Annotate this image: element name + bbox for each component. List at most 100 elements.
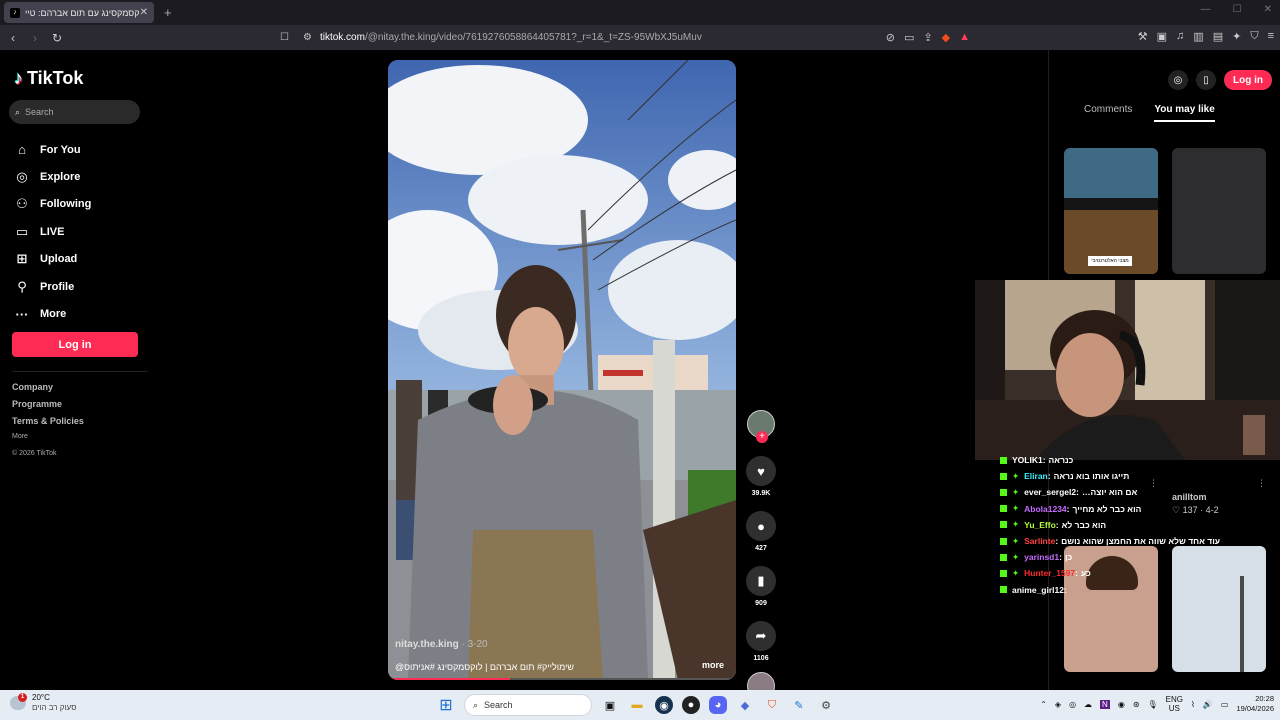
discord-icon[interactable]: ◕ [709,696,727,714]
screenshot-icon[interactable]: ▣ [1157,30,1167,43]
chat-username[interactable]: YOLIK1 [1012,455,1043,465]
chat-username[interactable]: Sarlinte [1024,536,1055,546]
video-author[interactable]: nitay.the.king · 3-20 [395,639,488,650]
tab-you-may-like[interactable]: You may like [1154,104,1215,122]
chat-username[interactable]: Yu_Effo [1024,520,1056,530]
tray-app-icon[interactable]: ◉ [1118,700,1125,709]
onenote-icon[interactable]: N [1100,699,1110,709]
compass-icon[interactable]: ◎ [1168,70,1188,90]
header-login-button[interactable]: Log in [1224,70,1272,90]
taskbar-search[interactable]: ⌕ Search [464,694,592,716]
recommended-video-thumb[interactable]: מצבי האלטרנטיבי [1064,148,1158,274]
chat-username[interactable]: anime_girl12 [1012,585,1064,595]
windows-start-icon[interactable]: ⊞ [437,696,455,714]
sidebar-item-profile[interactable]: ⚲ Profile [14,273,91,300]
clock[interactable]: 20:28 19/04/2026 [1236,694,1274,714]
share-action[interactable]: ➦ 1106 [746,621,776,662]
brave-rewards-icon[interactable]: ▲ [959,31,970,44]
system-tray: ⌃ ◈ ◎ ☁ N ◉ ⊛ 🎙 ENG US ⌇ 🔊 ▭ 20:28 19/04… [1040,694,1274,714]
back-icon[interactable]: ‹ [4,31,22,45]
footer-link-programme[interactable]: Programme [12,399,84,416]
video-progress-bar[interactable] [388,678,736,680]
battery-icon[interactable]: ▭ [1221,700,1229,709]
like-action[interactable]: ♥ 39.9K [746,456,776,497]
tiktok-logo[interactable]: ♪ TikTok [14,68,83,89]
settings-icon[interactable]: ⚙ [817,696,835,714]
caption-more-button[interactable]: more [702,660,724,670]
author-avatar[interactable]: + [747,410,775,443]
sidebar-item-label: LIVE [40,225,65,238]
browser-tab[interactable]: ♪ לוקסמקסינג עם תום אברהם: טיי ✕ [4,2,154,23]
maximize-button[interactable]: ☐ [1233,4,1242,15]
mobile-icon[interactable]: ▯ [1196,70,1216,90]
right-panel-tabs: Comments You may like [1084,104,1215,122]
picture-in-picture-icon[interactable]: ▭ [904,31,914,44]
sidebar-item-following[interactable]: ⚇ Following [14,191,91,218]
share-icon[interactable]: ⇪ [923,31,932,44]
chat-username[interactable]: ever_sergel2 [1024,487,1076,497]
sidebar-item-explore[interactable]: ◎ Explore [14,163,91,190]
search-input[interactable]: ⌕ Search [9,100,140,124]
bookmark-icon[interactable]: ☐ [280,32,289,43]
media-icon[interactable]: ♫ [1176,30,1184,43]
tray-app-icon[interactable]: ☁ [1084,700,1092,709]
footer-link-company[interactable]: Company [12,382,84,399]
forward-icon[interactable]: › [26,31,44,45]
tray-app-icon[interactable]: ⊛ [1133,700,1140,709]
recommended-video-thumb[interactable] [1172,148,1266,274]
wifi-icon[interactable]: ⌇ [1191,700,1195,709]
site-info-icon[interactable]: ⚙ [303,32,312,43]
tray-app-icon[interactable]: ◈ [1055,700,1061,709]
clock-date: 19/04/2026 [1236,704,1274,713]
chat-text: אם הוא יוצה… [1081,487,1138,498]
new-tab-button[interactable]: + [164,5,172,20]
close-window-button[interactable]: ✕ [1264,4,1272,15]
reload-icon[interactable]: ↻ [48,31,66,45]
footer-more-link[interactable]: More [12,433,84,450]
sidebar-item-upload[interactable]: ⊞ Upload [14,246,91,273]
footer-link-terms[interactable]: Terms & Policies [12,416,84,433]
minimize-button[interactable]: — [1201,4,1211,15]
heart-icon[interactable]: ♥ [746,456,776,486]
wallet-icon[interactable]: ▤ [1213,30,1223,43]
chat-username[interactable]: Eliran [1024,471,1048,481]
steam-icon[interactable]: ◉ [655,696,673,714]
obs-icon[interactable]: ● [682,696,700,714]
tab-close-icon[interactable]: ✕ [140,7,148,18]
file-explorer-icon[interactable]: ▬ [628,696,646,714]
brave-shield-icon[interactable]: ◆ [942,31,950,44]
task-view-icon[interactable]: ▣ [601,696,619,714]
microphone-icon[interactable]: 🎙 [1148,700,1158,709]
comment-icon[interactable]: ● [746,511,776,541]
chat-username[interactable]: Hunter_1597 [1024,568,1075,578]
chat-username[interactable]: Abola1234 [1024,504,1067,514]
share-arrow-icon[interactable]: ➦ [746,621,776,651]
no-tracking-icon[interactable]: ⊘ [886,31,895,44]
weather-widget[interactable]: 1 20°C סעוק רב הוים [10,693,76,713]
volume-icon[interactable]: 🔊 [1203,700,1213,709]
sidebar-item-more[interactable]: ··· More [14,300,91,327]
comment-action[interactable]: ● 427 [746,511,776,552]
video-player[interactable]: nitay.the.king · 3-20 שימולייק# תום אברה… [388,60,736,680]
follow-plus-icon[interactable]: + [756,431,768,443]
feather-app-icon[interactable]: ✎ [790,696,808,714]
brave-browser-icon[interactable]: ⛉ [763,696,781,714]
login-button[interactable]: Log in [12,332,138,357]
address-bar[interactable]: ☐ ⚙ tiktok.com /@nitay.the.king/video/76… [280,27,980,48]
sidebar-icon[interactable]: ▥ [1193,30,1203,43]
sidebar-item-live[interactable]: ▭ LIVE [14,218,91,245]
chat-username[interactable]: yarinsd1 [1024,552,1059,562]
thumb-tv [1064,198,1158,210]
tray-chevron-icon[interactable]: ⌃ [1040,700,1047,709]
app-icon[interactable]: ◆ [736,696,754,714]
bookmark-icon[interactable]: ▮ [746,566,776,596]
sidebar-item-for-you[interactable]: ⌂ For You [14,136,91,163]
save-action[interactable]: ▮ 909 [746,566,776,607]
vpn-icon[interactable]: ⛉ [1250,30,1258,43]
tab-comments[interactable]: Comments [1084,104,1132,122]
extensions-icon[interactable]: ⚒ [1138,30,1148,43]
menu-icon[interactable]: ≡ [1268,30,1274,43]
leo-ai-icon[interactable]: ✦ [1232,30,1241,43]
language-indicator[interactable]: ENG US [1166,695,1183,713]
tray-app-icon[interactable]: ◎ [1069,700,1076,709]
